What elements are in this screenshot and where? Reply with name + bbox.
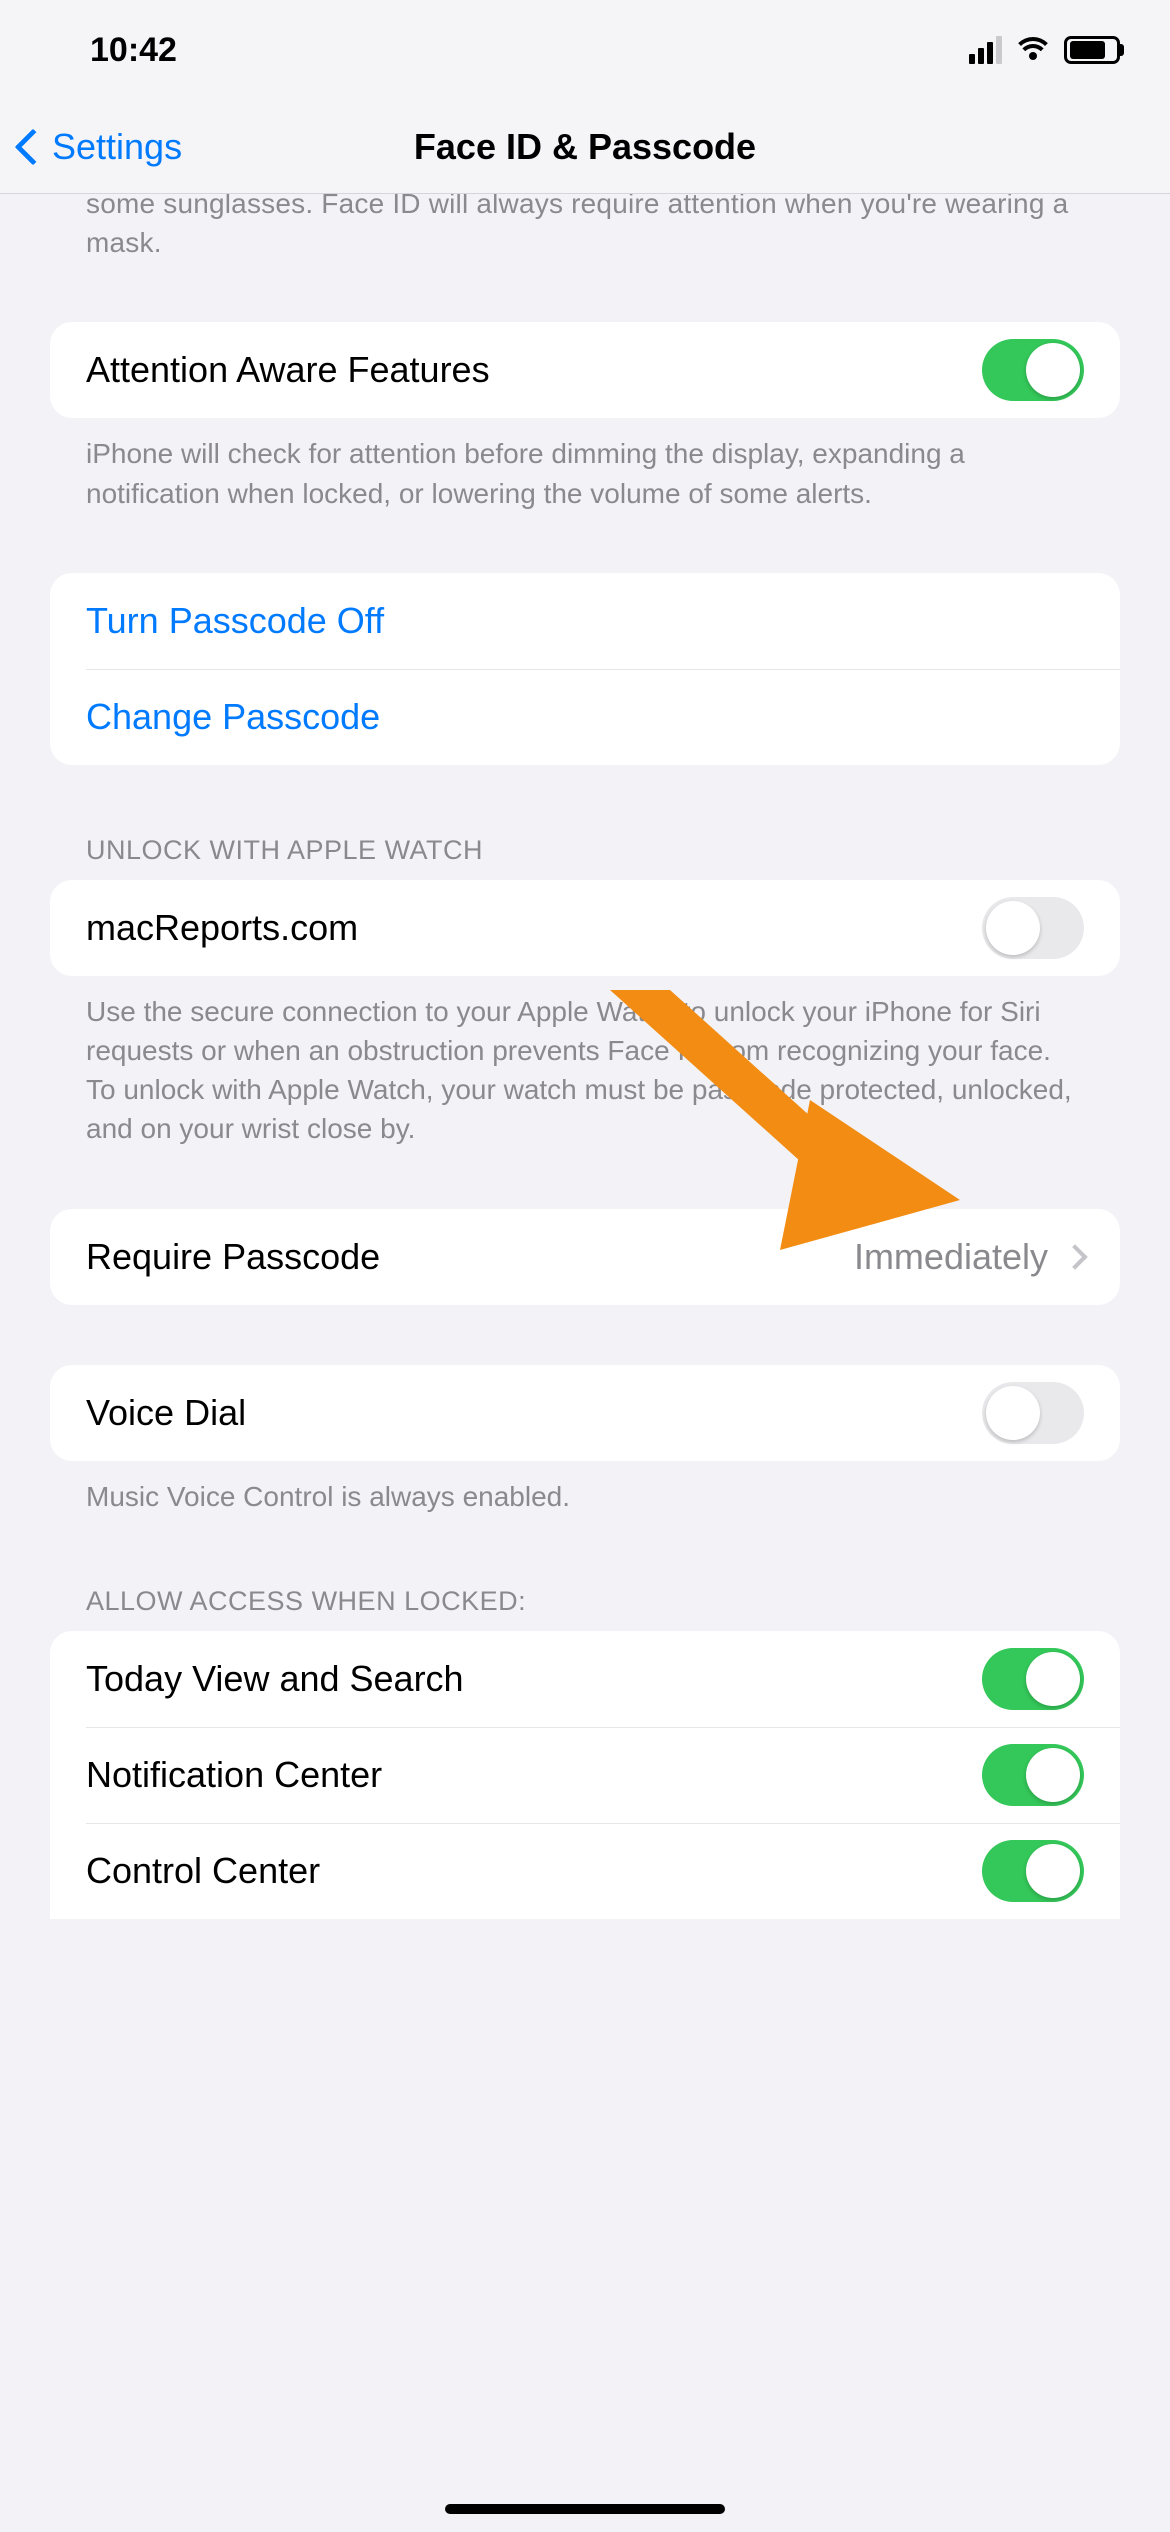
control-center-label: Control Center — [86, 1850, 320, 1892]
attention-aware-label: Attention Aware Features — [86, 349, 490, 391]
chevron-right-icon — [1062, 1244, 1087, 1269]
cellular-icon — [969, 36, 1002, 64]
notification-center-toggle[interactable] — [982, 1744, 1084, 1806]
status-time: 10:42 — [90, 31, 177, 70]
today-view-label: Today View and Search — [86, 1658, 464, 1700]
back-label: Settings — [52, 126, 182, 168]
change-passcode-label: Change Passcode — [86, 696, 380, 738]
notification-center-row[interactable]: Notification Center — [86, 1727, 1120, 1823]
apple-watch-row[interactable]: macReports.com — [50, 880, 1120, 976]
require-passcode-value: Immediately — [854, 1236, 1048, 1278]
attention-aware-toggle[interactable] — [982, 339, 1084, 401]
require-passcode-row[interactable]: Require Passcode Immediately — [50, 1209, 1120, 1305]
change-passcode-button[interactable]: Change Passcode — [86, 669, 1120, 765]
notification-center-label: Notification Center — [86, 1754, 382, 1796]
chevron-left-icon — [15, 128, 52, 165]
turn-passcode-off-button[interactable]: Turn Passcode Off — [50, 573, 1120, 669]
home-indicator — [445, 2504, 725, 2514]
page-title: Face ID & Passcode — [414, 126, 756, 168]
battery-icon — [1064, 36, 1120, 64]
back-button[interactable]: Settings — [0, 126, 182, 168]
status-bar: 10:42 — [0, 0, 1170, 100]
attention-aware-group: Attention Aware Features — [50, 322, 1120, 418]
control-center-toggle[interactable] — [982, 1840, 1084, 1902]
apple-watch-label: macReports.com — [86, 907, 358, 949]
voice-dial-footer: Music Voice Control is always enabled. — [50, 1461, 1120, 1516]
attention-aware-row[interactable]: Attention Aware Features — [50, 322, 1120, 418]
require-passcode-group: Require Passcode Immediately — [50, 1209, 1120, 1305]
voice-dial-group: Voice Dial — [50, 1365, 1120, 1461]
control-center-row[interactable]: Control Center — [86, 1823, 1120, 1919]
require-passcode-label: Require Passcode — [86, 1236, 380, 1278]
wifi-icon — [1016, 37, 1050, 63]
voice-dial-label: Voice Dial — [86, 1392, 246, 1434]
apple-watch-group: macReports.com — [50, 880, 1120, 976]
today-view-toggle[interactable] — [982, 1648, 1084, 1710]
attention-aware-footer: iPhone will check for attention before d… — [50, 418, 1120, 512]
voice-dial-toggle[interactable] — [982, 1382, 1084, 1444]
allow-access-header: ALLOW ACCESS WHEN LOCKED: — [50, 1586, 1120, 1617]
status-icons — [969, 36, 1120, 64]
turn-passcode-off-label: Turn Passcode Off — [86, 600, 384, 642]
apple-watch-header: UNLOCK WITH APPLE WATCH — [50, 835, 1120, 866]
apple-watch-footer: Use the secure connection to your Apple … — [50, 976, 1120, 1149]
voice-dial-row[interactable]: Voice Dial — [50, 1365, 1120, 1461]
allow-access-group: Today View and Search Notification Cente… — [50, 1631, 1120, 1919]
today-view-row[interactable]: Today View and Search — [50, 1631, 1120, 1727]
nav-bar: Settings Face ID & Passcode — [0, 100, 1170, 194]
apple-watch-toggle[interactable] — [982, 897, 1084, 959]
previous-section-footer: some sunglasses. Face ID will always req… — [50, 184, 1120, 262]
passcode-actions-group: Turn Passcode Off Change Passcode — [50, 573, 1120, 765]
